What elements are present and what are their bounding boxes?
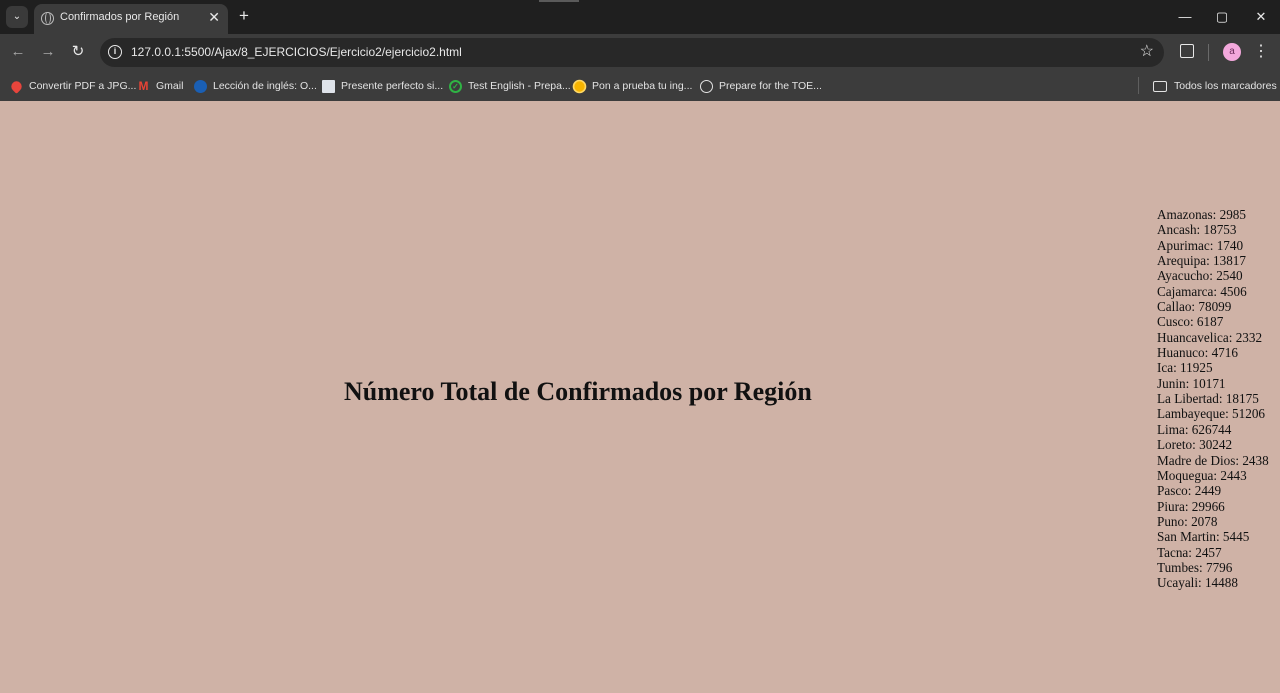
minimize-button[interactable]: — [1171, 6, 1199, 28]
region-item: Puno: 2078 [1157, 513, 1218, 529]
menu-kebab-icon[interactable]: ⋮ [1253, 42, 1269, 62]
bookmark-item[interactable]: Convertir PDF a JPG... [9, 78, 136, 94]
close-window-button[interactable]: ✕ [1247, 6, 1275, 28]
forward-arrow-icon[interactable]: → [38, 42, 58, 62]
tabstrip-notch [539, 0, 579, 2]
tab-active[interactable]: Confirmados por Región ✕ [34, 4, 228, 34]
back-arrow-icon[interactable]: ← [8, 42, 28, 62]
reload-icon[interactable]: ↻ [68, 42, 88, 62]
bookmark-item[interactable]: Lección de inglés: O... [194, 78, 317, 94]
region-list: Amazonas: 2985 Ancash: 18753 Apurimac: 1… [1157, 207, 1269, 591]
region-item: Loreto: 30242 [1157, 437, 1233, 453]
page-viewport: Número Total de Confirmados por Región A… [0, 101, 1280, 693]
all-bookmarks-folder[interactable]: Todos los marcadores [1153, 78, 1277, 94]
toolbar-divider [1208, 44, 1209, 61]
region-item: Apurimac: 1740 [1157, 237, 1244, 253]
region-item: Pasco: 2449 [1157, 483, 1222, 499]
region-item: Tumbes: 7796 [1157, 559, 1233, 575]
bookmarks-bar: Convertir PDF a JPG... M Gmail Lección d… [0, 71, 1280, 101]
region-item: Piura: 29966 [1157, 498, 1225, 514]
gmail-icon: M [138, 78, 149, 93]
tab-title: Confirmados por Región [60, 11, 180, 23]
bookmark-star-icon[interactable]: ☆ [1140, 43, 1154, 61]
maximize-button[interactable]: ▢ [1208, 6, 1236, 28]
document-icon [322, 79, 335, 93]
check-icon: ✓ [449, 79, 462, 93]
tab-search-button[interactable]: ⌄ [6, 6, 28, 28]
tab-close-button[interactable]: ✕ [208, 9, 220, 25]
lesson-icon [194, 79, 207, 93]
region-item: Ica: 11925 [1157, 360, 1213, 376]
bookmarks-separator [1138, 77, 1139, 94]
region-item: Tacna: 2457 [1157, 544, 1222, 560]
region-item: Lima: 626744 [1157, 421, 1232, 437]
url-text[interactable]: 127.0.0.1:5500/Ajax/8_EJERCICIOS/Ejercic… [131, 45, 462, 59]
region-item: Cajamarca: 4506 [1157, 283, 1247, 299]
new-tab-button[interactable]: + [236, 6, 252, 26]
pdf-heart-icon [9, 78, 24, 94]
region-item: Ayacucho: 2540 [1157, 268, 1243, 284]
bookmark-item[interactable]: M Gmail [137, 78, 184, 94]
region-item: Moquegua: 2443 [1157, 467, 1247, 483]
region-item: Callao: 78099 [1157, 299, 1232, 315]
ets-icon [700, 79, 713, 93]
bookmark-item[interactable]: Prepare for the TOE... [700, 78, 822, 94]
region-item: La Libertad: 18175 [1157, 391, 1259, 407]
globe-icon [41, 12, 54, 25]
region-item: Ancash: 18753 [1157, 222, 1237, 238]
browser-toolbar: ← → ↻ i 127.0.0.1:5500/Ajax/8_EJERCICIOS… [0, 34, 1280, 71]
region-item: Amazonas: 2985 [1157, 207, 1246, 222]
region-item: Arequipa: 13817 [1157, 253, 1246, 269]
region-item: Ucayali: 14488 [1157, 575, 1238, 591]
folder-icon [1153, 80, 1167, 92]
region-item: Cusco: 6187 [1157, 314, 1224, 330]
page-title: Número Total de Confirmados por Región [344, 377, 812, 406]
region-item: San Martin: 5445 [1157, 529, 1250, 545]
tab-strip: ⌄ Confirmados por Región ✕ + — ▢ ✕ [0, 0, 1280, 34]
address-bar[interactable]: i 127.0.0.1:5500/Ajax/8_EJERCICIOS/Ejerc… [100, 38, 1164, 67]
bookmark-item[interactable]: ✓ Test English - Prepa... [449, 78, 571, 94]
region-item: Junin: 10171 [1157, 375, 1226, 391]
bookmark-item[interactable]: Presente perfecto si... [322, 78, 443, 94]
region-item: Madre de Dios: 2438 [1157, 452, 1269, 468]
site-info-icon[interactable]: i [108, 45, 122, 59]
extensions-icon[interactable] [1180, 44, 1194, 58]
bookmark-item[interactable]: Pon a prueba tu ing... [573, 78, 692, 94]
region-item: Huancavelica: 2332 [1157, 329, 1263, 345]
profile-avatar[interactable]: a [1223, 43, 1241, 61]
region-item: Huanuco: 4716 [1157, 345, 1238, 361]
region-item: Lambayeque: 51206 [1157, 406, 1266, 422]
sun-icon [574, 80, 585, 92]
